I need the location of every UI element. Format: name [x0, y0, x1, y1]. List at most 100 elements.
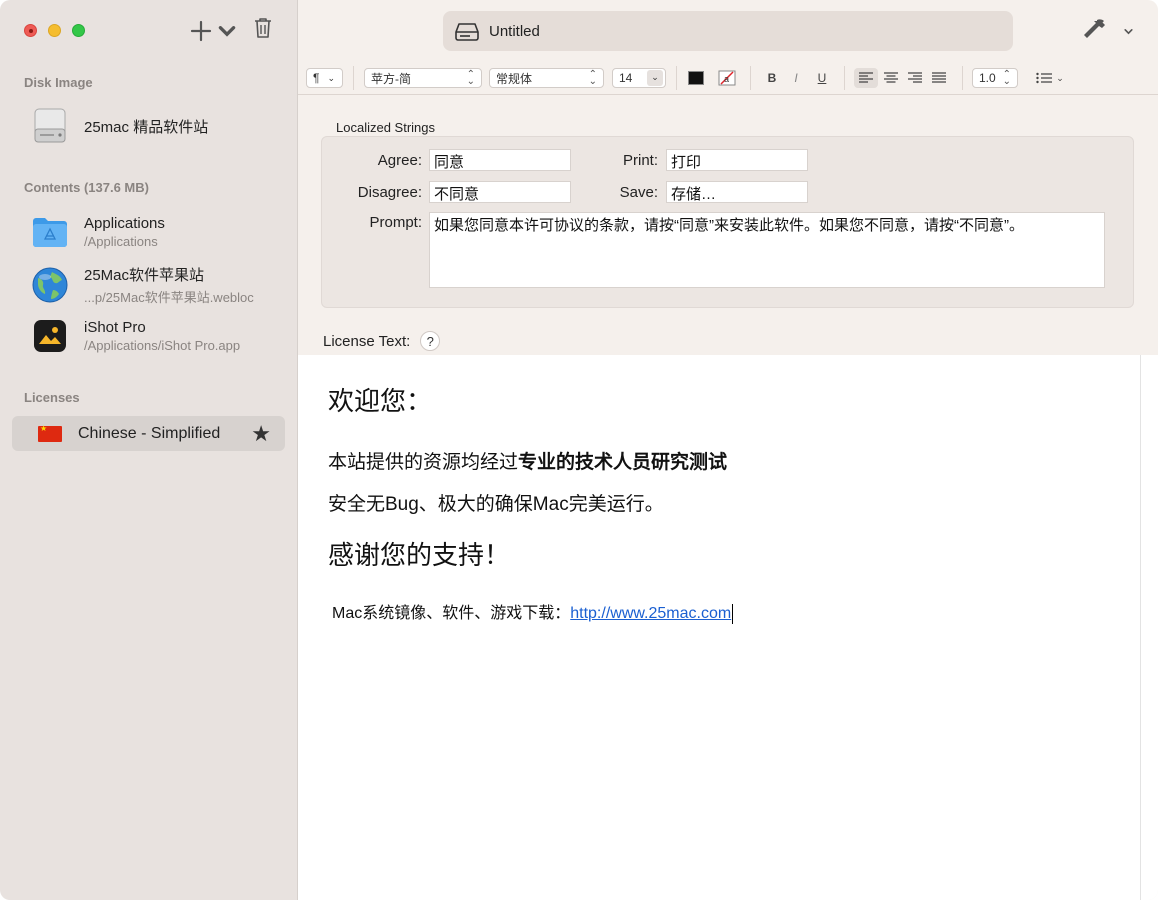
text-color-swatch: [688, 71, 704, 85]
contents-item-path: /Applications: [84, 234, 158, 249]
stepper-icon: ⌃ ⌄: [588, 69, 597, 87]
disk-image-name: 25mac 精品软件站: [84, 118, 209, 136]
chevron-down-icon: ⌄: [327, 72, 335, 83]
editor-scrollbar[interactable]: [1140, 355, 1158, 900]
editor-line-3-text: Mac系统镜像、软件、游戏下载：: [332, 605, 571, 622]
stepper-icon: ⌃ ⌄: [1002, 69, 1011, 87]
toolbar-divider: [962, 66, 963, 90]
contents-item-name: Applications: [84, 215, 165, 232]
build-hammer-icon[interactable]: [1080, 16, 1110, 46]
section-disk-image: Disk Image: [24, 75, 93, 90]
chevron-down-icon: [218, 25, 236, 37]
align-justify-button[interactable]: [928, 68, 950, 88]
font-size-field[interactable]: 14 ⌄: [612, 68, 666, 88]
contents-item[interactable]: Applications /Applications: [30, 212, 165, 252]
section-contents: Contents (137.6 MB): [24, 180, 149, 195]
line-spacing-value: 1.0: [979, 71, 996, 85]
license-text-editor[interactable]: 欢迎您： 本站提供的资源均经过专业的技术人员研究测试 安全无Bug、极大的确保M…: [298, 355, 1140, 900]
editor-line-1-text: 本站提供的资源均经过: [328, 452, 519, 473]
underline-button[interactable]: U: [812, 68, 832, 88]
align-right-button[interactable]: [904, 68, 926, 88]
save-field[interactable]: 存储…: [666, 181, 808, 203]
chevron-down-icon[interactable]: ⌄: [647, 70, 663, 86]
globe-icon: [30, 265, 70, 305]
toolbar-divider: [676, 66, 677, 90]
list-style-button[interactable]: ⌄: [1032, 68, 1068, 88]
chevron-down-icon: ⌄: [1056, 72, 1064, 83]
website-link[interactable]: http://www.25mac.com: [570, 605, 731, 622]
align-center-button[interactable]: [880, 68, 902, 88]
add-item-button[interactable]: [190, 20, 238, 42]
print-label: Print:: [622, 152, 658, 169]
editor-line-1: 本站提供的资源均经过专业的技术人员研究测试: [328, 447, 727, 474]
agree-label: Agree:: [377, 152, 422, 169]
license-item-chinese-simplified[interactable]: Chinese - Simplified ★: [12, 416, 285, 451]
trash-icon: [255, 18, 271, 38]
window-title: Untitled: [489, 22, 540, 40]
save-label: Save:: [619, 184, 658, 201]
disk-image-item[interactable]: 25mac 精品软件站: [30, 106, 208, 146]
disk-icon: [455, 23, 479, 41]
editor-line-3: Mac系统镜像、软件、游戏下载：http://www.25mac.com: [332, 599, 734, 624]
editor-line-2: 安全无Bug、极大的确保Mac完美运行。: [328, 494, 664, 515]
app-window: Disk Image 25mac 精品软件站 Contents (137.6 M…: [0, 0, 1158, 900]
license-item-label: Chinese - Simplified: [78, 424, 221, 442]
disagree-label: Disagree:: [357, 184, 422, 201]
font-style-select[interactable]: 常规体 ⌃ ⌄: [489, 68, 604, 88]
font-size-value: 14: [619, 71, 633, 85]
toolbar-divider: [750, 66, 751, 90]
editor-heading-thanks: 感谢您的支持！: [328, 540, 511, 570]
font-family-value: 苹方-简: [371, 71, 411, 86]
minimize-window-button[interactable]: [48, 24, 61, 37]
font-family-select[interactable]: 苹方-简 ⌃ ⌄: [364, 68, 482, 88]
align-left-button[interactable]: [854, 68, 878, 88]
text-color-button[interactable]: [686, 68, 706, 88]
svg-text:a: a: [724, 74, 729, 84]
help-button[interactable]: ?: [420, 331, 441, 351]
bullet-list-icon: [1036, 72, 1053, 84]
hard-drive-icon: [30, 106, 70, 146]
editor-line-1-bold: 专业的技术人员研究测试: [518, 452, 728, 473]
sidebar: Disk Image 25mac 精品软件站 Contents (137.6 M…: [0, 0, 298, 900]
close-window-button[interactable]: [24, 24, 37, 37]
toolbar-divider: [353, 66, 354, 90]
main-pane: Untitled ¶ ⌄ 苹方-简 ⌃ ⌄ 常规体 ⌃ ⌄ 14 ⌄ a B I…: [298, 0, 1158, 900]
prompt-textarea[interactable]: 如果您同意本许可协议的条款，请按“同意”来安装此软件。如果您不同意，请按“不同意…: [429, 212, 1105, 288]
china-flag-icon: [38, 424, 62, 442]
highlight-color-button[interactable]: a: [716, 68, 738, 88]
toolbar-divider: [844, 66, 845, 90]
license-text-label: License Text:: [323, 332, 411, 350]
chevron-down-icon[interactable]: [1123, 26, 1134, 37]
prompt-label: Prompt:: [369, 214, 422, 231]
contents-item[interactable]: iShot Pro /Applications/iShot Pro.app: [30, 316, 240, 356]
disagree-field[interactable]: 不同意: [429, 181, 571, 203]
default-star-icon[interactable]: ★: [251, 421, 271, 447]
plus-icon: [190, 20, 212, 41]
format-toolbar: ¶ ⌄ 苹方-简 ⌃ ⌄ 常规体 ⌃ ⌄ 14 ⌄ a B I U 1.0 ⌃ …: [298, 62, 1158, 95]
agree-field[interactable]: 同意: [429, 149, 571, 171]
align-left-icon: [859, 72, 873, 83]
contents-item-path: /Applications/iShot Pro.app: [84, 338, 241, 353]
zoom-window-button[interactable]: [72, 24, 85, 37]
window-controls: [24, 24, 85, 37]
paragraph-style-select[interactable]: ¶ ⌄: [306, 68, 343, 88]
font-style-value: 常规体: [496, 71, 533, 86]
title-field[interactable]: Untitled: [443, 11, 1013, 51]
contents-item-path: ...p/25Mac软件苹果站.webloc: [84, 290, 254, 305]
bold-button[interactable]: B: [762, 68, 782, 88]
license-text-header: License Text: ?: [323, 331, 441, 351]
paragraph-icon: ¶: [313, 71, 320, 85]
text-caret: [732, 603, 734, 624]
align-center-icon: [884, 72, 898, 83]
section-licenses: Licenses: [24, 390, 80, 405]
contents-item-name: 25Mac软件苹果站: [84, 267, 205, 284]
italic-button[interactable]: I: [786, 68, 806, 88]
titlebar: Untitled: [298, 0, 1158, 62]
align-right-icon: [908, 72, 922, 83]
line-spacing-select[interactable]: 1.0 ⌃ ⌄: [972, 68, 1018, 88]
print-field[interactable]: 打印: [666, 149, 808, 171]
localized-strings-label: Localized Strings: [336, 120, 435, 135]
contents-item[interactable]: 25Mac软件苹果站 ...p/25Mac软件苹果站.webloc: [30, 264, 254, 306]
delete-item-button[interactable]: [252, 16, 274, 45]
contents-item-name: iShot Pro: [84, 319, 146, 336]
